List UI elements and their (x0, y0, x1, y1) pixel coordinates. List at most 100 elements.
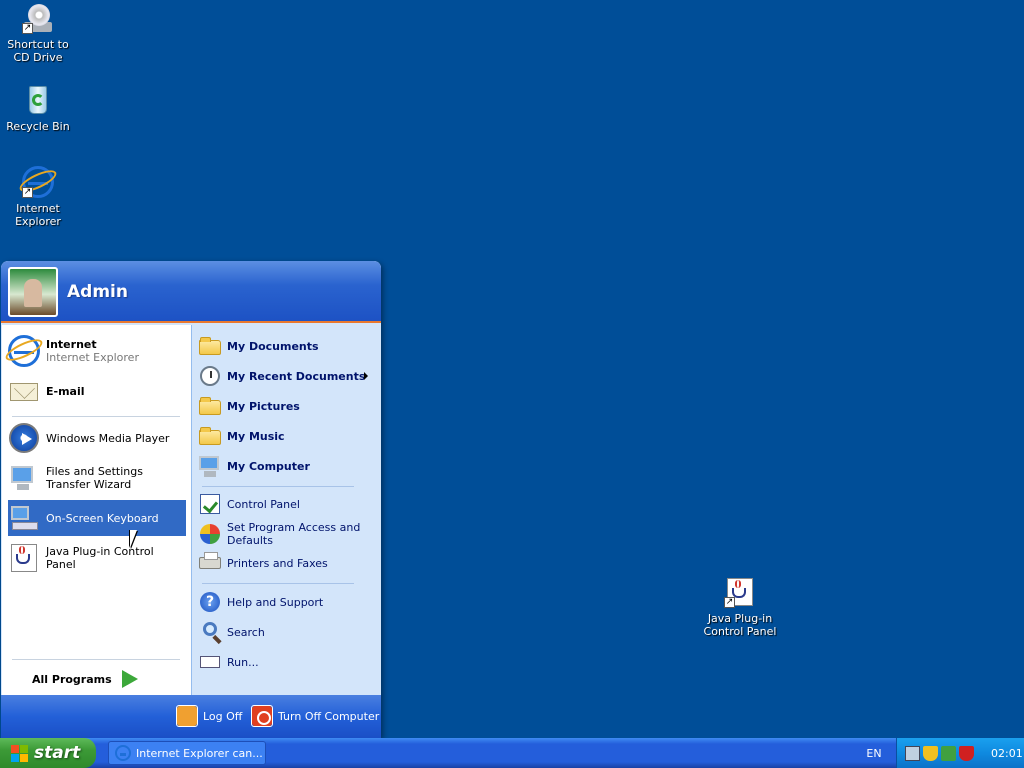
help-item-run[interactable]: Run... (198, 648, 376, 676)
help-item-label: Help and Support (227, 595, 324, 609)
start-menu: Admin Internet Internet Explorer E-mail … (1, 261, 381, 738)
folder-icon (198, 334, 222, 358)
recent-documents-icon (198, 364, 222, 388)
internet-explorer-icon (2, 335, 46, 367)
places-item-label: My Computer (227, 459, 310, 473)
power-icon (251, 705, 273, 727)
turn-off-label: Turn Off Computer (278, 709, 380, 723)
places-item-label: My Music (227, 429, 285, 443)
start-menu-footer: Log Off Turn Off Computer (1, 695, 381, 738)
start-menu-header: Admin (1, 261, 381, 323)
keyboard-icon (8, 502, 40, 534)
recent-item-on-screen-keyboard[interactable]: On-Screen Keyboard (8, 500, 186, 536)
safely-remove-icon[interactable] (941, 745, 956, 761)
control-panel-icon (198, 492, 222, 516)
pinned-item-email[interactable]: E-mail (8, 373, 186, 409)
places-item-my-recent-documents[interactable]: My Recent Documents (198, 361, 376, 391)
desktop-icon-java-control-panel[interactable]: ↗ Java Plug-in Control Panel (702, 576, 778, 638)
cd-drive-icon: ↗ (22, 2, 54, 34)
start-label: start (34, 743, 81, 763)
settings-item-label: Printers and Faxes (227, 556, 328, 570)
help-item-label: Search (227, 625, 265, 639)
start-menu-left-pane: Internet Internet Explorer E-mail Window… (2, 325, 191, 695)
turn-off-button[interactable]: Turn Off Computer (251, 705, 379, 727)
desktop-icon-cd-drive[interactable]: ↗ Shortcut to CD Drive (0, 2, 76, 64)
start-menu-right-pane: My Documents My Recent Documents My Pict… (191, 325, 379, 695)
java-icon (8, 542, 40, 574)
media-player-icon (8, 422, 40, 454)
folder-icon (198, 424, 222, 448)
pinned-item-title: Internet (46, 338, 97, 351)
recent-item-label: On-Screen Keyboard (46, 511, 159, 525)
recent-item-label: Windows Media Player (46, 431, 170, 445)
help-item-help-and-support[interactable]: ? Help and Support (198, 588, 376, 616)
settings-item-label: Set Program Access and Defaults (227, 521, 361, 547)
recent-item-label: Java Plug-in Control Panel (46, 545, 154, 571)
settings-item-printers[interactable]: Printers and Faxes (198, 549, 376, 577)
user-name: Admin (67, 282, 128, 302)
windows-flag-icon (10, 744, 28, 762)
divider (12, 659, 180, 660)
start-button[interactable]: start (0, 738, 96, 768)
places-item-my-documents[interactable]: My Documents (198, 331, 376, 361)
help-icon: ? (198, 590, 222, 614)
recent-item-windows-media-player[interactable]: Windows Media Player (8, 420, 186, 456)
taskbar: start Internet Explorer can... EN 02:01 (0, 738, 1024, 768)
system-tray: 02:01 (896, 738, 1024, 768)
taskbar-button-internet-explorer[interactable]: Internet Explorer can... (108, 741, 266, 765)
settings-item-program-access[interactable]: Set Program Access and Defaults (198, 519, 376, 549)
desktop-icon-label: Shortcut to CD Drive (7, 38, 69, 64)
mouse-cursor-icon (130, 530, 137, 548)
chevron-right-icon (364, 372, 368, 380)
places-item-my-computer[interactable]: My Computer (198, 451, 376, 481)
internet-explorer-icon (115, 745, 131, 761)
desktop-icon-label: Recycle Bin (6, 120, 70, 133)
java-icon: ↗ (724, 576, 756, 608)
divider (12, 416, 180, 417)
places-item-my-music[interactable]: My Music (198, 421, 376, 451)
log-off-button[interactable]: Log Off (176, 705, 242, 727)
divider (202, 583, 354, 584)
folder-icon (198, 394, 222, 418)
computer-icon (198, 454, 222, 478)
printer-icon (198, 551, 222, 575)
recent-item-java-control-panel[interactable]: Java Plug-in Control Panel (8, 540, 186, 576)
desktop-icon-label: Java Plug-in Control Panel (703, 612, 777, 638)
green-arrow-icon (120, 669, 140, 689)
desktop-icon-label: Internet Explorer (15, 202, 61, 228)
settings-item-control-panel[interactable]: Control Panel (198, 490, 376, 518)
task-button-label: Internet Explorer can... (136, 746, 263, 760)
recent-item-label: Files and Settings Transfer Wizard (46, 465, 143, 491)
settings-item-label: Control Panel (227, 497, 300, 511)
desktop-icon-internet-explorer[interactable]: ↗ Internet Explorer (0, 166, 76, 228)
email-icon (8, 375, 40, 407)
divider (202, 486, 354, 487)
transfer-wizard-icon (8, 462, 40, 494)
run-icon (198, 650, 222, 674)
help-item-label: Run... (227, 655, 259, 669)
language-indicator[interactable]: EN (852, 738, 896, 768)
security-shield-icon[interactable] (923, 745, 938, 761)
help-item-search[interactable]: Search (198, 618, 376, 646)
all-programs-button[interactable]: All Programs (32, 667, 162, 691)
pinned-item-subtitle: Internet Explorer (46, 351, 139, 364)
search-icon (198, 620, 222, 644)
log-off-label: Log Off (203, 709, 243, 723)
network-icon[interactable] (905, 745, 920, 761)
clock[interactable]: 02:01 (991, 747, 1023, 760)
places-item-my-pictures[interactable]: My Pictures (198, 391, 376, 421)
internet-explorer-icon: ↗ (16, 166, 60, 198)
pinned-item-title: E-mail (46, 384, 85, 398)
all-programs-label: All Programs (32, 672, 112, 686)
places-item-label: My Recent Documents (227, 369, 366, 383)
pinned-item-internet[interactable]: Internet Internet Explorer (2, 333, 186, 369)
desktop-icon-recycle-bin[interactable]: Recycle Bin (0, 84, 76, 133)
places-item-label: My Pictures (227, 399, 300, 413)
recent-item-transfer-wizard[interactable]: Files and Settings Transfer Wizard (8, 460, 186, 496)
key-icon (176, 705, 198, 727)
program-access-icon (198, 522, 222, 546)
recycle-bin-icon (22, 84, 54, 116)
places-item-label: My Documents (227, 339, 319, 353)
user-avatar[interactable] (8, 267, 58, 317)
security-alert-icon[interactable] (959, 745, 974, 761)
